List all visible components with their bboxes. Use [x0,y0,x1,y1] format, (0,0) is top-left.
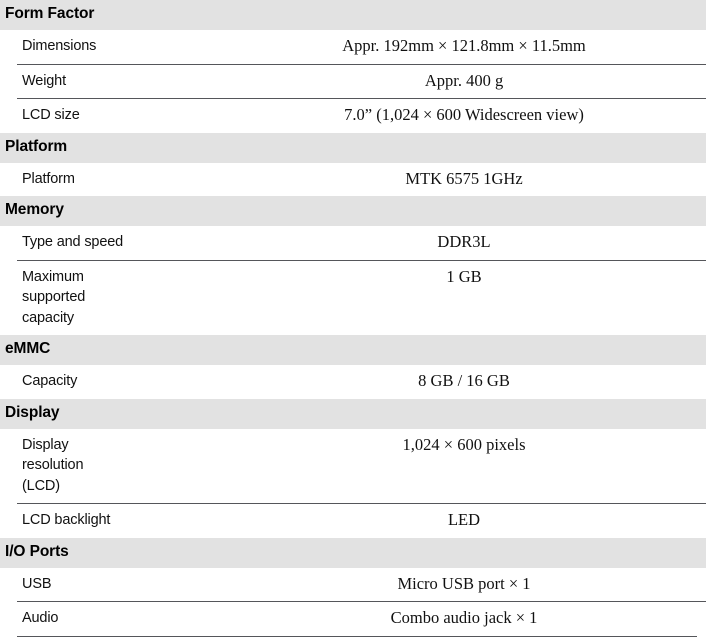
spec-value-cell: LED [265,503,706,538]
spec-label: Display resolution (LCD) [22,436,84,494]
spec-value-inner: 1,024 × 600 pixels [265,429,706,463]
spec-value-cell: 8 GB / 16 GB [265,365,706,399]
section-header-cell: Memory [0,196,706,226]
spec-row: Audio Combo audio jack × 1 [0,601,706,636]
spec-row: Display resolution (LCD) 1,024 × 600 pixe… [0,428,706,504]
section-header-row: I/O Ports [0,537,706,568]
section-title: eMMC [5,340,51,357]
spec-label-cell: Platform [0,162,265,197]
spec-value: Micro USB port × 1 [397,573,531,593]
spec-value-inner: Combo audio jack × 1 [265,601,706,636]
spec-value: Appr. 192mm × 121.8mm × 11.5mm [342,36,586,55]
section-header-row: Platform [0,132,706,163]
spec-label: Weight [22,72,66,89]
spec-row: LCD backlight LED [0,503,706,538]
spec-value: Combo audio jack × 1 [390,608,538,627]
spec-label-cell: USB [0,567,265,602]
spec-label-cell: LCD backlight [0,503,265,538]
spec-label: USB [22,575,52,592]
section-title: Platform [5,137,68,155]
section-header-cell: Display [0,398,706,429]
spec-value-inner: MTK 6575 1GHz [265,163,706,197]
spec-row: Platform MTK 6575 1GHz [0,162,706,197]
spec-value-inner: DDR3L [265,226,706,260]
section-title: Form Factor [5,5,95,22]
spec-value: DDR3L [437,232,491,251]
spec-row: Dimensions Appr. 192mm × 121.8mm × 11.5mm [0,30,706,64]
section-title: I/O Ports [5,542,69,560]
spec-label-cell: Audio [0,601,265,636]
spec-label-inner: Dimensions [17,30,265,64]
section-header-cell: Platform [0,132,706,163]
spec-value-inner: Micro USB port × 1 [265,568,706,602]
spec-value-inner: LED [265,503,706,538]
spec-label-cell: Type and speed [0,226,265,260]
spec-value-cell: Combo audio jack × 1 [265,601,706,636]
spec-value: LED [447,510,481,529]
spec-label-cell: Weight [0,63,265,99]
spec-value-cell: 1 GB [265,259,706,335]
spec-value-cell: Micro USB port × 1 [265,567,706,602]
spec-value-cell: Appr. 192mm × 121.8mm × 11.5mm [265,30,706,64]
section-header-cell: Form Factor [0,0,706,30]
spec-label-inner: Audio [17,601,265,636]
spec-row: Weight Appr. 400 g [0,63,706,99]
spec-value-inner: Appr. 192mm × 121.8mm × 11.5mm [265,30,706,64]
section-header-row: eMMC [0,335,706,365]
spec-label: Maximum supported capacity [22,268,86,326]
spec-value-inner: 7.0” (1,024 × 600 Widescreen view) [265,98,706,133]
spec-value-cell: 7.0” (1,024 × 600 Widescreen view) [265,98,706,133]
section-header-cell: eMMC [0,335,706,365]
spec-label-inner: Weight [17,63,265,99]
section-title: Memory [5,201,64,218]
spec-value-inner: 8 GB / 16 GB [265,365,706,399]
spec-row: Capacity 8 GB / 16 GB [0,365,706,399]
spec-label: Audio [22,610,59,626]
section-title: Display [5,403,60,421]
section-header-row: Form Factor [0,0,706,30]
specification-table: Form Factor Dimensions Appr. 192mm × 121.8… [0,0,706,636]
spec-value: MTK 6575 1GHz [405,168,523,188]
spec-value: Appr. 400 g [424,70,504,90]
spec-label: LCD backlight [22,512,111,528]
section-header-cell: I/O Ports [0,537,706,568]
spec-value: 8 GB / 16 GB [418,371,510,390]
spec-label-inner: Capacity [17,365,265,399]
spec-value-cell: MTK 6575 1GHz [265,162,706,197]
spec-label: Dimensions [22,38,97,54]
spec-label-cell: LCD size [0,98,265,133]
spec-label-cell: Display resolution (LCD) [0,428,265,504]
spec-label-inner: Platform [17,163,265,197]
spec-value: 7.0” (1,024 × 600 Widescreen view) [344,105,584,124]
spec-label: LCD size [22,107,80,123]
table-bottom-rule [17,635,697,637]
spec-row: LCD size 7.0” (1,024 × 600 Widescreen vie… [0,98,706,133]
spec-label: Platform [22,170,75,187]
spec-label-inner: Display resolution (LCD) [17,429,265,504]
spec-row: Type and speed DDR3L [0,226,706,260]
spec-label-cell: Maximum supported capacity [0,259,265,336]
section-header-row: Display [0,398,706,429]
spec-label-cell: Capacity [0,365,265,399]
spec-label-inner: USB [17,568,265,602]
spec-row: Maximum supported capacity 1 GB [0,259,706,336]
spec-value-inner: Appr. 400 g [265,63,706,99]
spec-value-cell: Appr. 400 g [265,63,706,99]
spec-label-inner: LCD backlight [17,503,265,538]
spec-value-cell: 1,024 × 600 pixels [265,428,706,503]
spec-label-inner: Maximum supported capacity [17,259,265,336]
spec-value: 1 GB [446,266,482,286]
spec-value-inner: 1 GB [265,259,706,295]
spec-value: 1,024 × 600 pixels [402,434,526,454]
section-header-row: Memory [0,196,706,226]
spec-label: Type and speed [22,234,124,250]
spec-label-inner: Type and speed [17,226,265,260]
spec-row: USB Micro USB port × 1 [0,567,706,602]
spec-label-cell: Dimensions [0,30,265,64]
spec-value-cell: DDR3L [265,226,706,260]
spec-label-inner: LCD size [17,98,265,133]
spec-label: Capacity [22,373,78,389]
